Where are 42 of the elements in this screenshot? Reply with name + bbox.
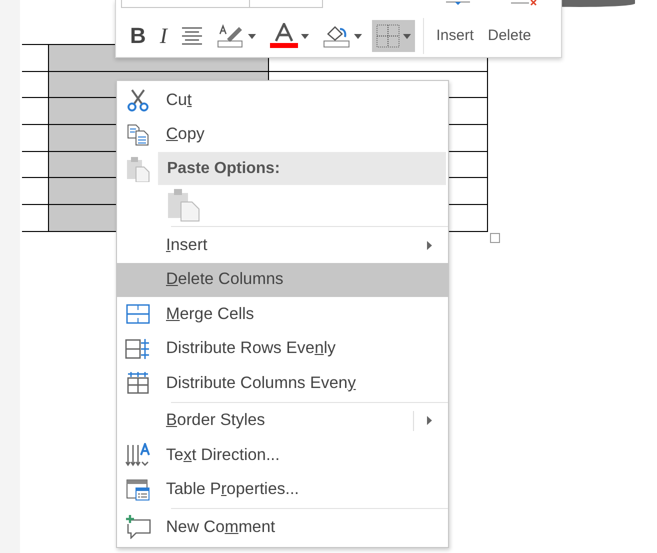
menu-item[interactable]: Distribute Rows Evenly xyxy=(117,332,448,366)
resize-handle[interactable] xyxy=(490,232,500,243)
distribute-columns-icon xyxy=(126,372,148,394)
submenu-arrow-icon xyxy=(427,240,432,250)
caret-icon xyxy=(248,34,256,38)
menu-item[interactable]: Merge Cells xyxy=(117,297,448,332)
menu-item[interactable]: Cut xyxy=(117,83,448,118)
paste-icon xyxy=(167,188,201,222)
new-comment-icon xyxy=(124,515,150,540)
menu-section-header: Paste Options: xyxy=(158,152,446,185)
borders-button[interactable] xyxy=(372,20,416,52)
table-properties-icon xyxy=(126,478,150,501)
delete-icon xyxy=(511,0,539,6)
toolbar-action-button[interactable]: Insert xyxy=(432,20,478,52)
menu-item[interactable]: Table Properties... xyxy=(117,472,448,507)
merge-cells-icon xyxy=(126,304,150,324)
distribute-rows-icon xyxy=(124,338,150,359)
menu-item[interactable]: Border Styles xyxy=(117,404,448,438)
font-color-icon xyxy=(270,23,298,49)
menu-item[interactable]: Delete Columns xyxy=(117,262,448,297)
align-center-icon xyxy=(181,26,204,46)
italic-button[interactable]: I xyxy=(156,20,172,52)
caret-icon xyxy=(403,34,412,38)
menu-item[interactable]: New Comment xyxy=(117,510,448,544)
caret-icon xyxy=(301,34,310,38)
borders-icon xyxy=(376,24,400,48)
toolbar-action-button[interactable]: Delete xyxy=(484,20,536,52)
paste-icon xyxy=(126,156,150,182)
text-direction-icon xyxy=(124,443,150,468)
bold-button[interactable]: B xyxy=(126,20,150,52)
caret-icon xyxy=(354,34,362,38)
insert-icon xyxy=(446,0,470,6)
copy-icon xyxy=(126,122,150,147)
submenu-arrow-icon xyxy=(427,416,432,426)
paint-bucket-icon xyxy=(323,24,352,48)
menu-item[interactable]: Copy xyxy=(117,118,448,152)
menu-item[interactable]: Text Direction... xyxy=(117,438,448,472)
highlighter-icon xyxy=(217,24,246,48)
menu-item[interactable]: Distribute Columns Eveny xyxy=(117,366,448,400)
scissors-icon xyxy=(126,88,150,112)
font-combo-field[interactable] xyxy=(121,0,323,8)
menu-item[interactable]: Insert xyxy=(117,228,448,262)
